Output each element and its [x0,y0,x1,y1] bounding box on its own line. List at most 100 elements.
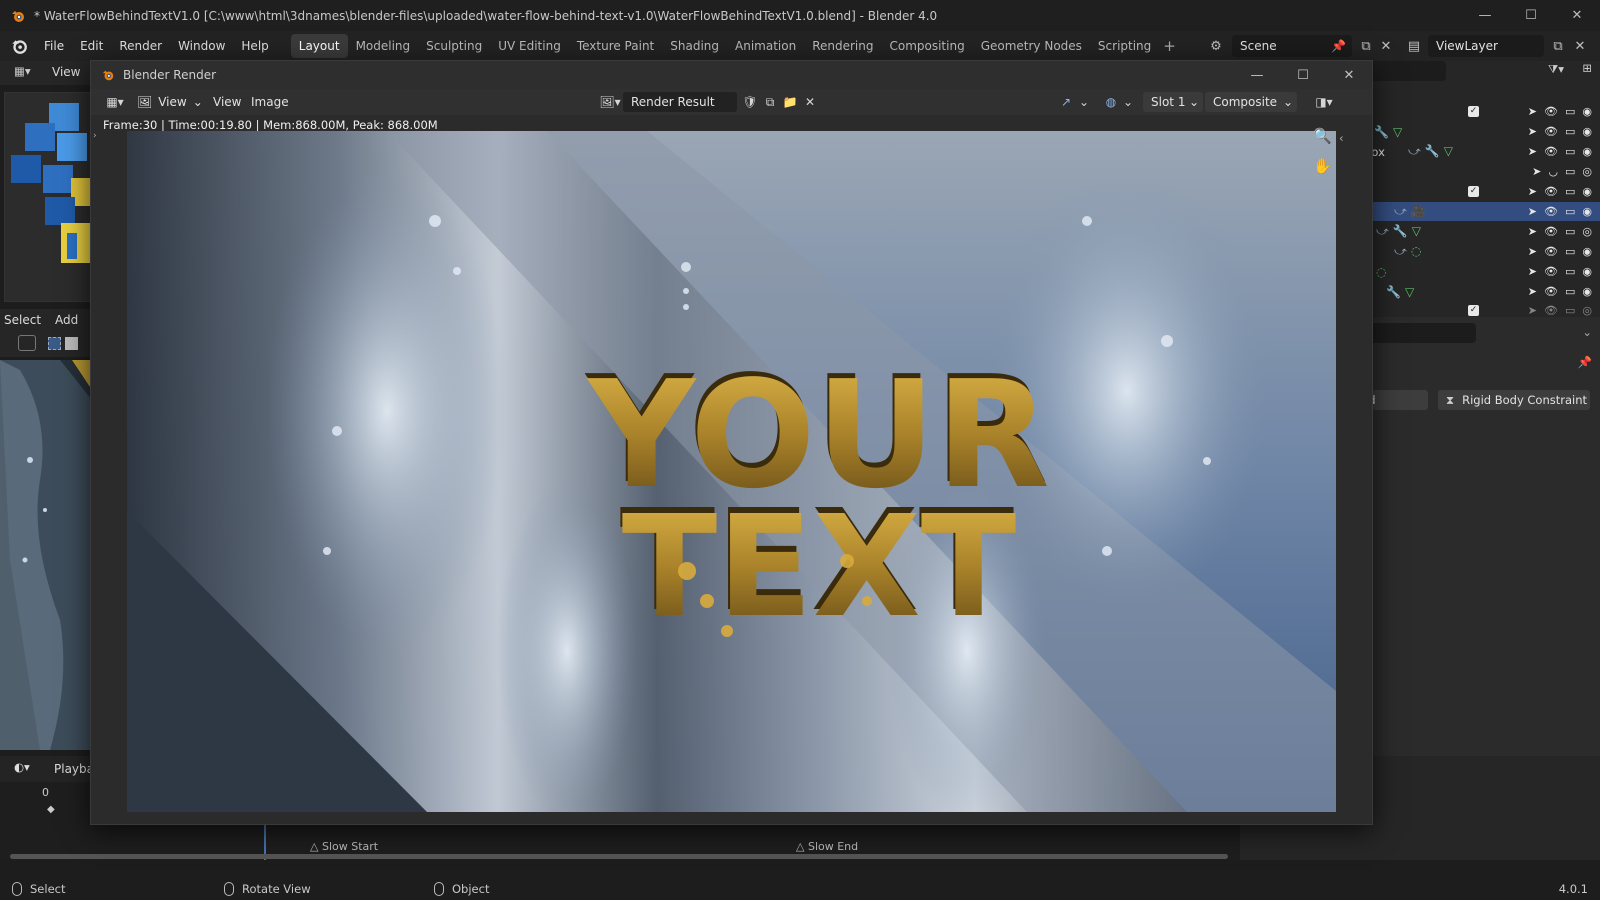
tab-texture-paint[interactable]: Texture Paint [569,34,662,58]
render-maximize-button[interactable]: ☐ [1280,61,1326,89]
image-name-field[interactable]: Render Result [623,92,737,112]
menu-help[interactable]: Help [233,39,276,53]
exclude-checkbox[interactable]: ✓ [1468,106,1479,117]
timeline-scrollbar[interactable] [10,854,1228,859]
slot-dropdown[interactable]: Slot 1 ⌄ [1143,92,1203,112]
outliner-row[interactable]: ainBox ⤻🔧▽ ➤👁▭◉ [1346,142,1600,161]
monitor-icon[interactable]: ▭ [1565,205,1575,218]
open-image-icon[interactable]: 📁 [781,92,799,112]
chevron-down-icon[interactable]: ⌄ [1121,92,1135,112]
menu-image[interactable]: Image [251,92,289,112]
close-button[interactable]: ✕ [1554,0,1600,31]
render-close-button[interactable]: ✕ [1326,61,1372,89]
camera-icon[interactable]: ◉ [1582,245,1592,258]
select-arrow-icon[interactable]: ➤ [1528,225,1537,238]
render-window-title-bar[interactable]: Blender Render — ☐ ✕ [91,61,1372,89]
scene-field[interactable]: Scene 📌 [1232,35,1352,57]
maximize-button[interactable]: ☐ [1508,0,1554,31]
filter-icon[interactable]: ⧩▾ [1548,62,1564,77]
new-scene-icon[interactable]: ⧉ [1356,36,1376,56]
monitor-icon[interactable]: ▭ [1565,105,1575,118]
eye-icon[interactable]: 👁 [1544,125,1558,138]
new-collection-icon[interactable]: ⊞ [1582,61,1592,75]
eye-icon[interactable]: 👁 [1544,145,1558,158]
render-minimize-button[interactable]: — [1234,61,1280,89]
scene-icon[interactable]: ⚙ [1206,36,1226,56]
rigid-body-constraint-button[interactable]: ⧗ Rigid Body Constraint [1438,390,1590,410]
minimize-button[interactable]: — [1462,0,1508,31]
exclude-checkbox[interactable]: ✓ [1468,186,1479,197]
eye-icon[interactable]: 👁 [1544,245,1558,258]
render-pass-dropdown[interactable]: Composite ⌄ [1205,92,1297,112]
editor-type-icon[interactable]: ▦▾ [14,64,31,78]
slow-start-marker[interactable]: △ Slow Start [310,840,378,853]
eye-closed-icon[interactable]: ◡ [1548,165,1558,178]
eye-icon[interactable]: 👁 [1544,265,1558,278]
sample-tool-icon[interactable]: ↗ [1056,92,1076,112]
select-arrow-icon[interactable]: ➤ [1528,205,1537,218]
slow-end-marker[interactable]: △ Slow End [796,840,858,853]
camera-icon[interactable]: ◉ [1582,185,1592,198]
outliner-row[interactable]: ose ⤻◌ ➤👁▭◉ [1346,242,1600,261]
keyframe-icon[interactable]: ◆ [47,804,55,815]
eye-icon[interactable]: 👁 [1544,285,1558,298]
camera-icon[interactable]: ◎ [1582,225,1592,238]
outliner-row[interactable]: T ✓ ➤👁▭◉ [1346,182,1600,201]
fake-user-shield-icon[interactable]: 🛡 [741,92,759,112]
select-arrow-icon[interactable]: ➤ [1528,125,1537,138]
overlay-icon[interactable]: ◍ [1101,92,1121,112]
select-arrow-icon[interactable]: ➤ [1528,145,1537,158]
pin-icon[interactable]: 📌 [1331,39,1346,53]
monitor-icon[interactable]: ▭ [1565,285,1575,298]
outliner-row[interactable]: r ◌ ➤👁▭◉ [1346,262,1600,281]
outliner-row[interactable]: ↄ ➤◡▭◎ [1346,162,1600,181]
menu-add[interactable]: Add [55,313,78,327]
menu-view[interactable]: View [213,92,241,112]
eye-icon[interactable]: 👁 [1544,304,1558,317]
monitor-icon[interactable]: ▭ [1565,145,1575,158]
properties-dropdown-icon[interactable]: ⌄ [1582,325,1592,339]
view-mode-dropdown[interactable]: 🖼 View ⌄ [137,92,203,112]
menu-select[interactable]: Select [4,313,41,327]
tab-scripting[interactable]: Scripting [1090,34,1159,58]
monitor-icon[interactable]: ▭ [1565,265,1575,278]
delete-scene-icon[interactable]: ✕ [1376,36,1396,56]
select-arrow-icon[interactable]: ➤ [1528,105,1537,118]
toolbar-toggle-icon[interactable]: › [93,131,97,141]
monitor-icon[interactable]: ▭ [1565,245,1575,258]
add-workspace-button[interactable]: + [1163,37,1176,55]
view-layer-icon[interactable]: ▤ [1404,36,1424,56]
camera-icon[interactable]: ◉ [1582,145,1592,158]
unlink-image-icon[interactable]: ✕ [801,92,819,112]
camera-icon[interactable]: ◉ [1582,285,1592,298]
eye-icon[interactable]: 👁 [1544,185,1558,198]
zoom-icon[interactable]: 🔍 [1313,127,1332,145]
image-browse-icon[interactable]: 🖼▾ [597,92,623,112]
editor-type-icon[interactable]: ▦▾ [103,92,127,112]
tab-compositing[interactable]: Compositing [881,34,972,58]
tab-animation[interactable]: Animation [727,34,804,58]
chevron-down-icon[interactable]: ⌄ [1077,92,1091,112]
menu-render[interactable]: Render [111,39,170,53]
box-select-icon[interactable] [48,337,61,350]
select-arrow-icon[interactable]: ➤ [1532,165,1541,178]
eye-icon[interactable]: 👁 [1544,105,1558,118]
monitor-icon[interactable]: ▭ [1565,225,1575,238]
eye-icon[interactable]: 👁 [1544,225,1558,238]
monitor-icon[interactable]: ▭ [1565,304,1575,317]
monitor-icon[interactable]: ▭ [1565,125,1575,138]
sidebar-toggle-icon[interactable]: ‹ [1339,131,1344,145]
camera-icon[interactable]: ◎ [1582,304,1592,317]
pan-hand-icon[interactable]: ✋ [1313,157,1332,175]
delete-view-layer-icon[interactable]: ✕ [1570,36,1590,56]
display-channels-icon[interactable]: ◨▾ [1311,92,1337,112]
pin-icon[interactable]: 📌 [1578,355,1592,369]
new-view-layer-icon[interactable]: ⧉ [1548,36,1568,56]
view-layer-field[interactable]: ViewLayer [1428,35,1544,57]
viewport-view-menu[interactable]: View [52,65,80,79]
tab-geometry-nodes[interactable]: Geometry Nodes [973,34,1090,58]
outliner-row[interactable]: 🔧 ▽ ➤ 👁 ▭ ◉ [1346,122,1600,141]
select-arrow-icon[interactable]: ➤ [1528,245,1537,258]
tab-uv-editing[interactable]: UV Editing [490,34,569,58]
blender-menu-icon[interactable] [10,37,28,55]
